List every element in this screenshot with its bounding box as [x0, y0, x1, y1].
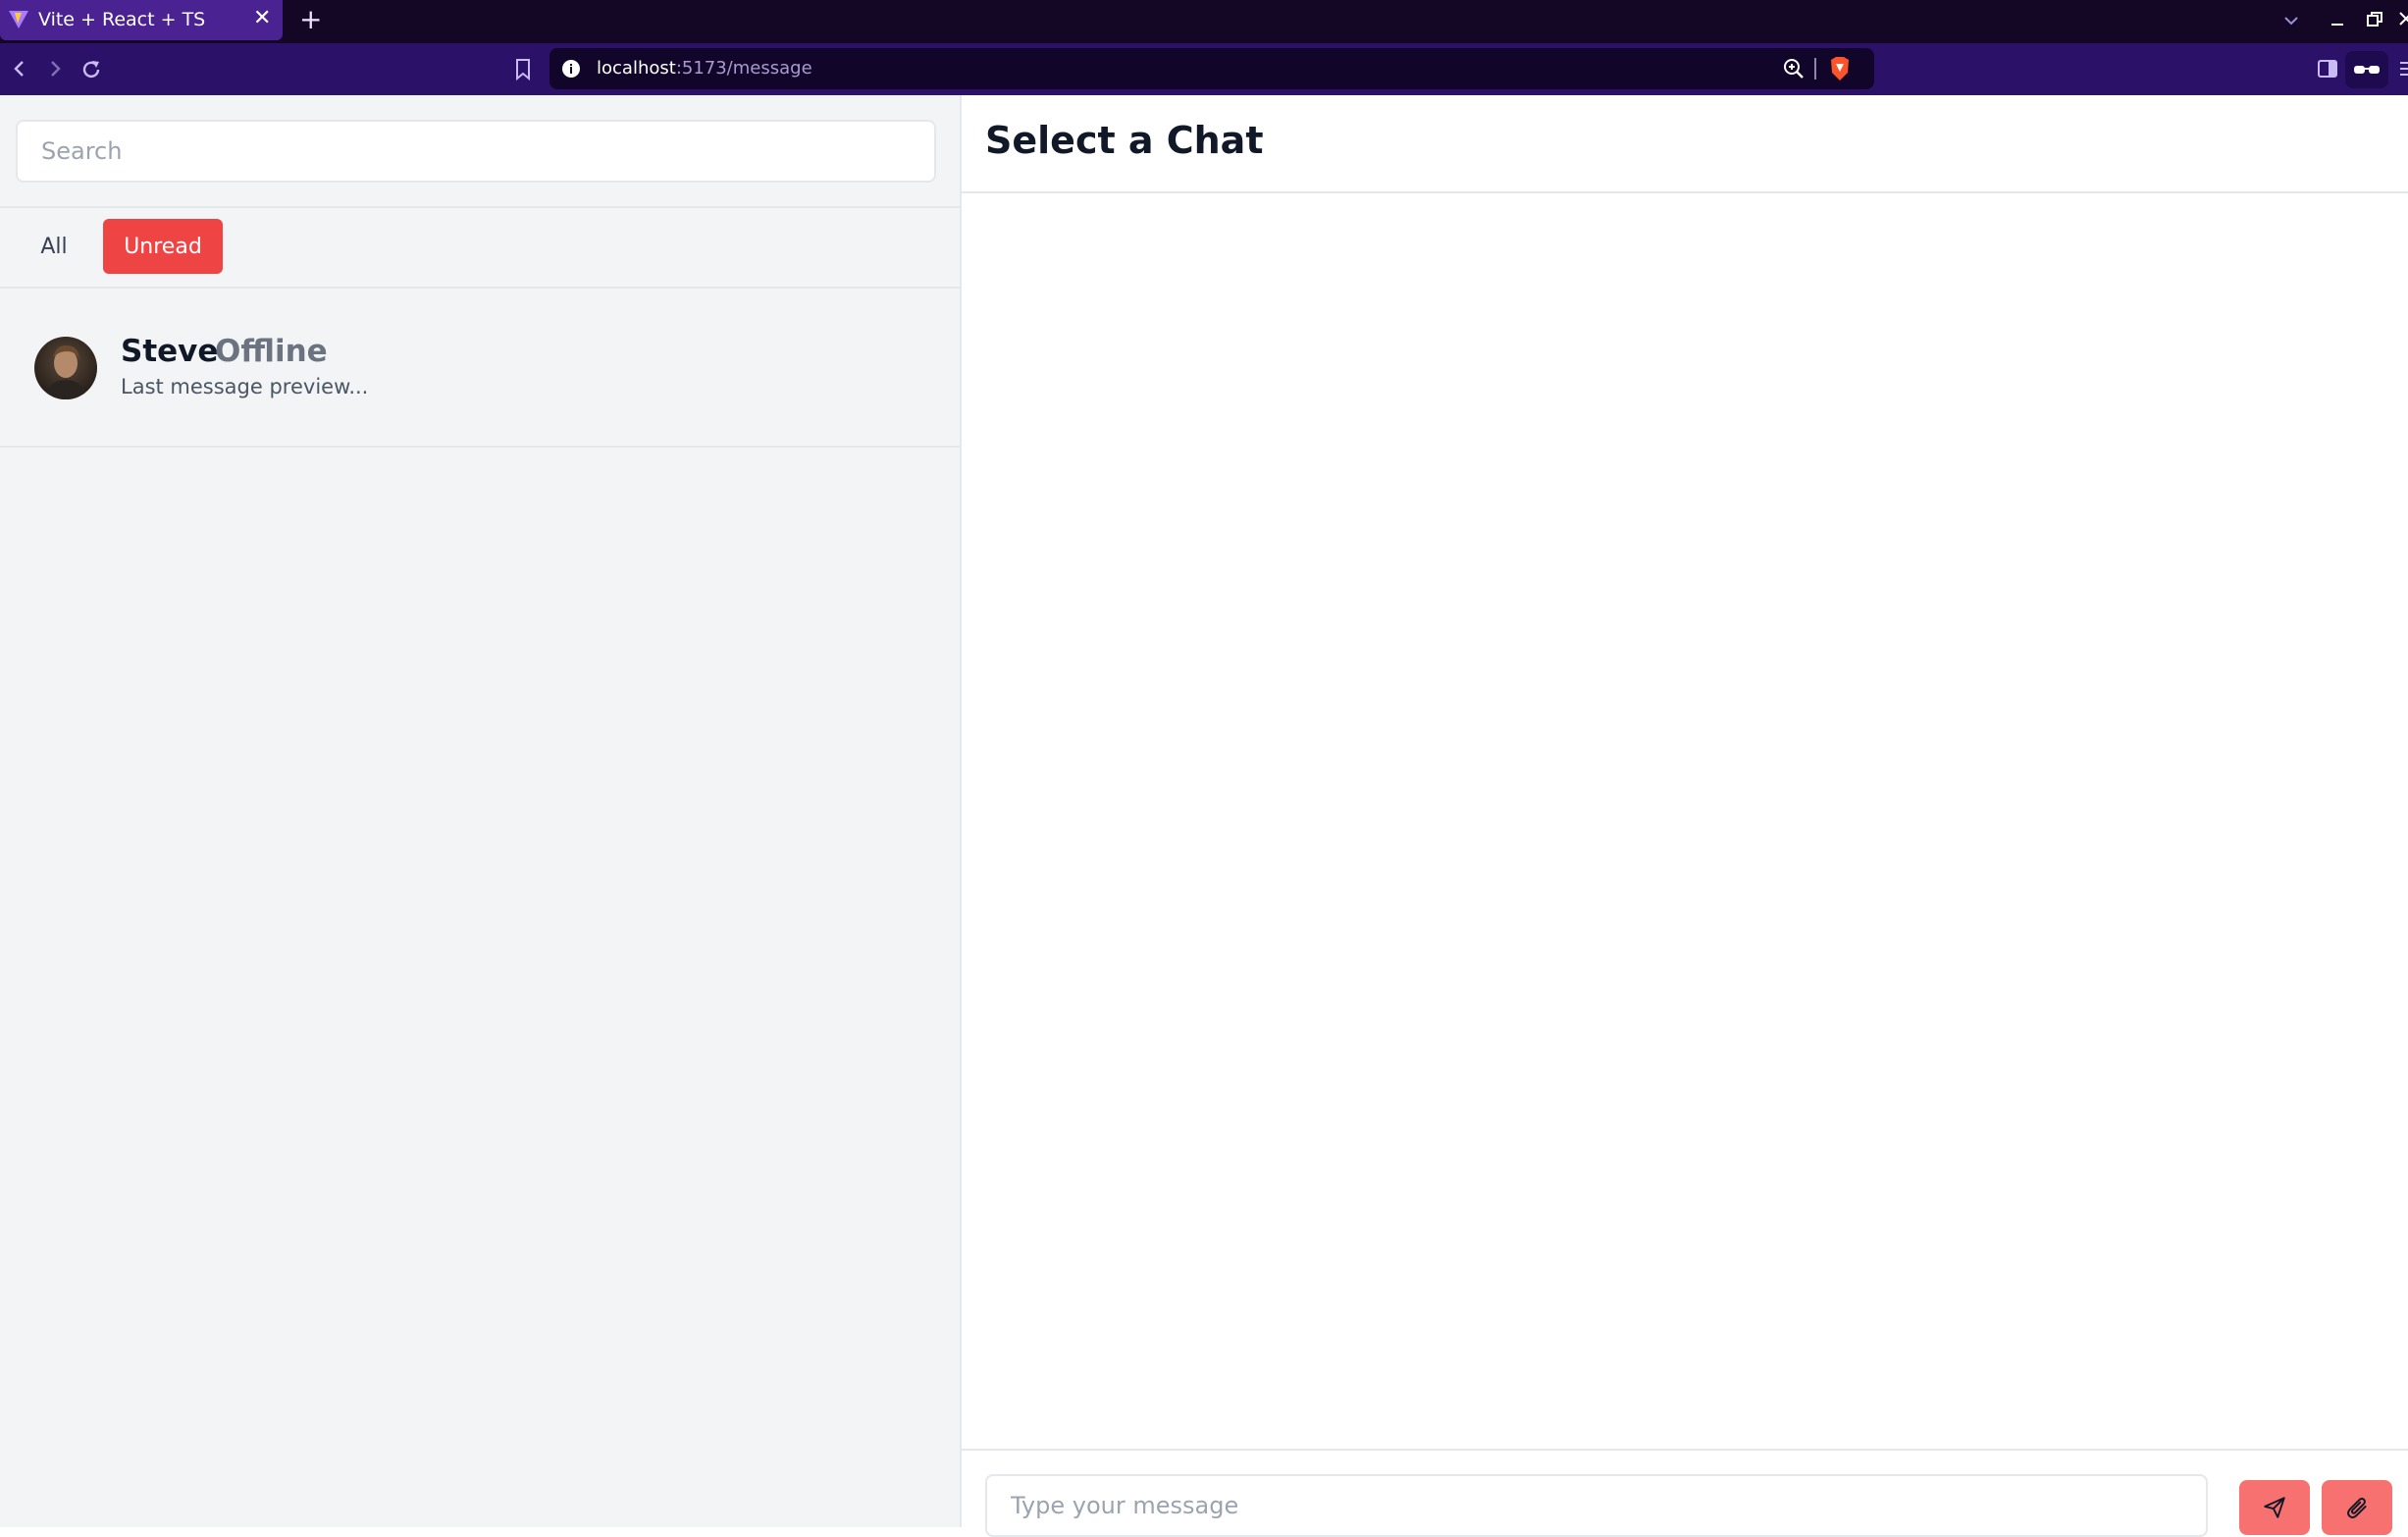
back-arrow-icon[interactable]: [8, 57, 31, 80]
avatar: [34, 337, 97, 399]
last-message-preview: Last message preview...: [121, 375, 369, 398]
close-window-icon[interactable]: [2398, 6, 2408, 31]
sidebar-toggle-icon[interactable]: [2316, 57, 2339, 80]
message-input[interactable]: [985, 1474, 2208, 1537]
minimize-window-icon[interactable]: [2326, 8, 2349, 31]
contact-name: Steve: [121, 334, 219, 369]
private-glasses-icon: [2354, 66, 2380, 74]
vite-favicon-icon: [9, 11, 28, 28]
messaging-app: All Unread: [0, 95, 2408, 1537]
messages-area[interactable]: [962, 195, 2408, 1449]
search-section: [0, 95, 960, 208]
browser-toolbar: localhost:5173/message: [0, 43, 2408, 95]
contact-status: Offline: [215, 334, 328, 369]
tab-close-icon[interactable]: ✕: [253, 8, 271, 29]
filter-tabs: All Unread: [0, 210, 960, 289]
bookmark-icon[interactable]: [512, 57, 534, 82]
filter-all-button[interactable]: All: [24, 219, 84, 274]
brave-shields-icon[interactable]: [1827, 55, 1853, 82]
address-bar-divider: [1814, 58, 1816, 80]
zoom-icon[interactable]: [1782, 57, 1806, 80]
browser-tab-bar: Vite + React + TS ✕ +: [0, 0, 2408, 43]
browser-tab[interactable]: Vite + React + TS ✕: [0, 0, 283, 40]
chat-title: Select a Chat: [985, 119, 1264, 162]
url-host: localhost: [597, 58, 676, 79]
search-input[interactable]: [16, 120, 936, 183]
forward-arrow-icon[interactable]: [43, 57, 67, 80]
menu-icon[interactable]: [2396, 57, 2408, 80]
new-tab-button[interactable]: +: [299, 6, 322, 33]
avatar-photo: [34, 337, 97, 399]
chat-panel: Select a Chat: [962, 95, 2408, 1537]
chat-sidebar: All Unread: [0, 95, 962, 1527]
url-text[interactable]: localhost:5173/message: [597, 58, 812, 79]
chat-list: Steve Offline Last message preview...: [0, 291, 960, 448]
reload-icon[interactable]: [79, 57, 104, 82]
filter-unread-button[interactable]: Unread: [103, 219, 223, 274]
tab-title: Vite + React + TS: [38, 9, 206, 30]
address-bar[interactable]: localhost:5173/message: [550, 48, 1874, 89]
tab-list-dropdown-icon[interactable]: [2280, 10, 2302, 31]
url-path: :5173/message: [675, 58, 812, 79]
chat-header: Select a Chat: [962, 95, 2408, 193]
paperclip-icon: [2347, 1497, 2367, 1519]
site-info-icon[interactable]: [561, 59, 581, 79]
private-window-button[interactable]: [2345, 51, 2388, 88]
restore-window-icon[interactable]: [2363, 8, 2386, 31]
send-icon: [2264, 1497, 2285, 1518]
message-composer: [962, 1449, 2408, 1537]
chat-list-item[interactable]: Steve Offline Last message preview...: [0, 291, 960, 448]
